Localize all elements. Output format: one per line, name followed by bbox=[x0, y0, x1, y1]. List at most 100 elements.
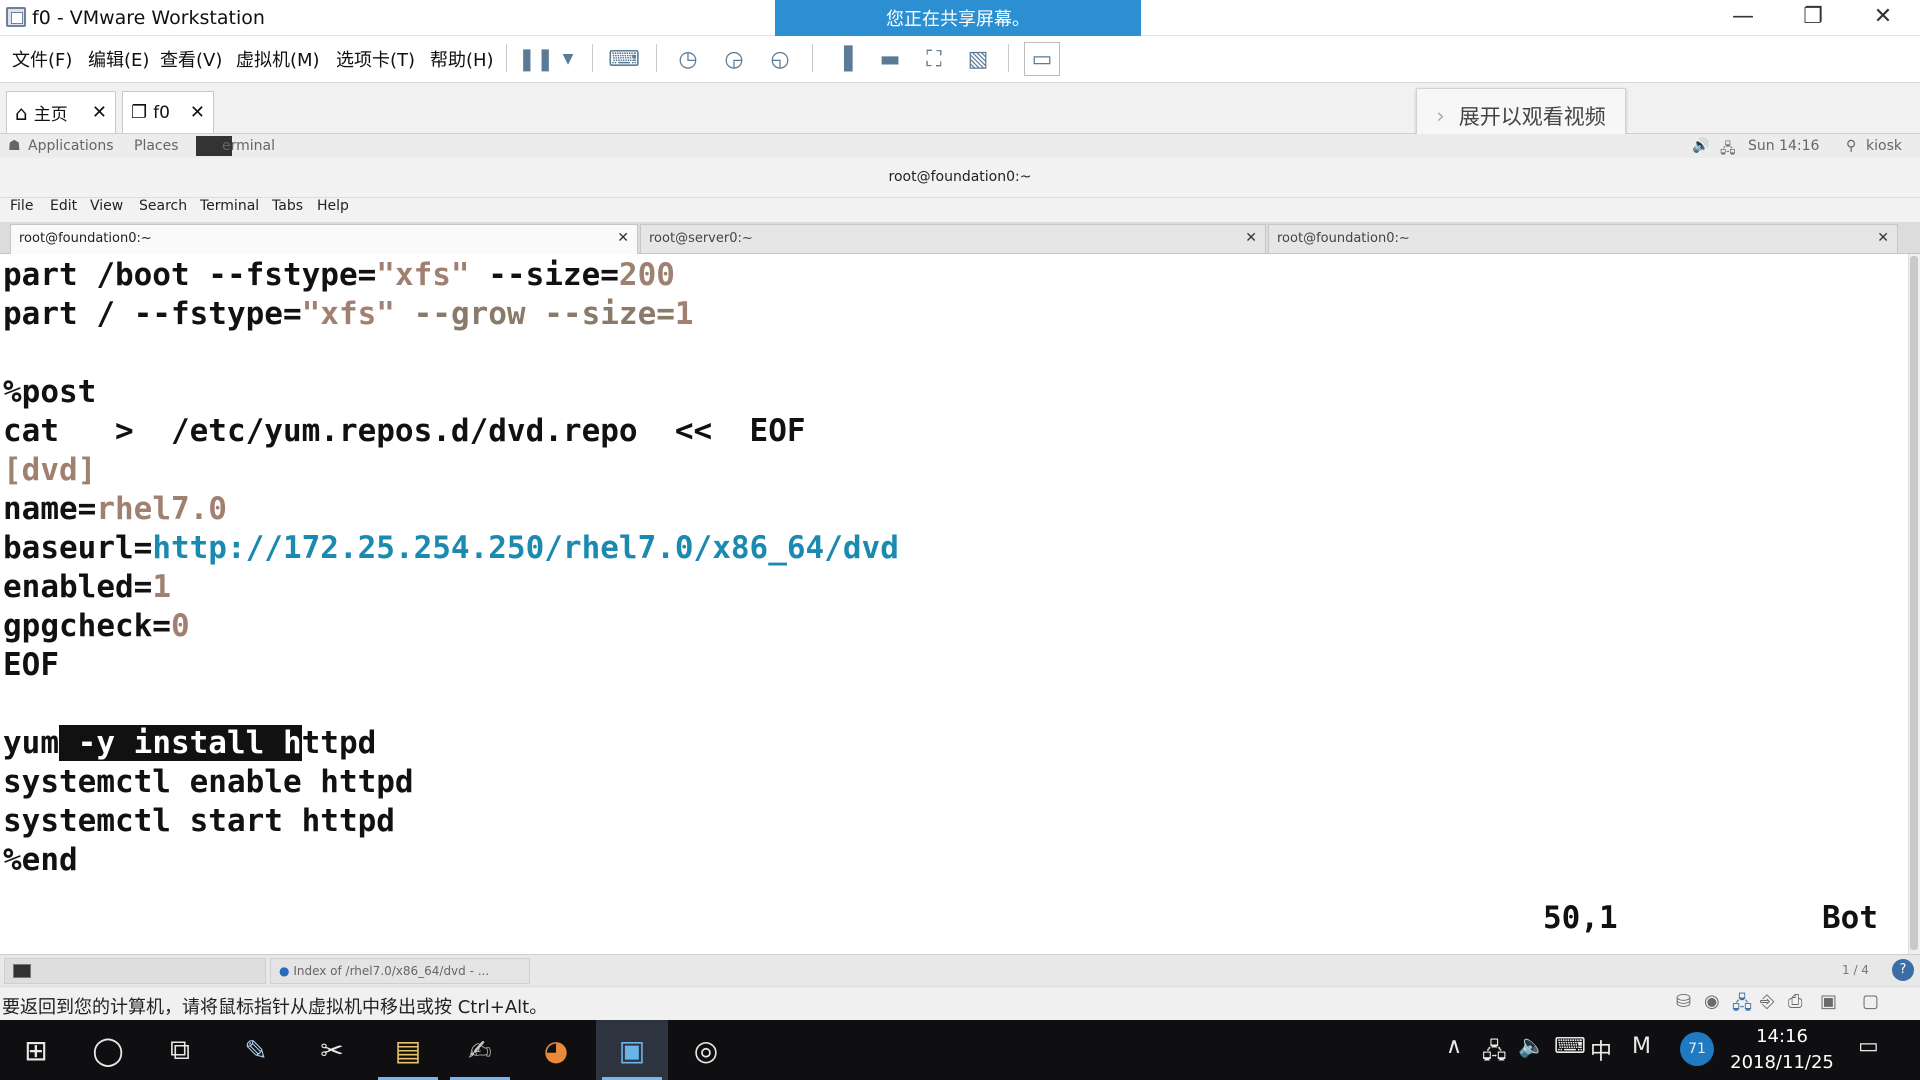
term-menu-terminal[interactable]: Terminal bbox=[200, 198, 259, 214]
maximize-button[interactable]: ❐ bbox=[1778, 0, 1848, 36]
gnome-window-list: ● Index of /rhel7.0/x86_64/dvd - ... 1 /… bbox=[0, 954, 1920, 986]
usb-icon[interactable]: ⎆ bbox=[1760, 991, 1774, 1012]
cd-icon[interactable]: ◉ bbox=[1704, 991, 1720, 1012]
browser-icon[interactable]: ◎ bbox=[670, 1020, 742, 1080]
terminal-menu-bar: File Edit View Search Terminal Tabs Help bbox=[0, 198, 1920, 222]
volume-icon[interactable]: 🔈 bbox=[1518, 1034, 1545, 1059]
console-icon[interactable]: ▭ bbox=[1024, 42, 1060, 76]
tab-home[interactable]: ⌂ 主页 ✕ bbox=[6, 91, 116, 133]
windows-clock[interactable]: 14:16 2018/11/25 bbox=[1712, 1024, 1852, 1076]
term-menu-search[interactable]: Search bbox=[139, 198, 187, 214]
vmware-icon bbox=[6, 7, 26, 27]
close-icon[interactable]: ✕ bbox=[1877, 230, 1889, 246]
help-icon[interactable]: ? bbox=[1892, 959, 1914, 981]
terminal-tab-2-label: root@server0:~ bbox=[649, 231, 753, 246]
term-menu-help[interactable]: Help bbox=[317, 198, 349, 214]
status-bar: 要返回到您的计算机，请将鼠标指针从虚拟机中移出或按 Ctrl+Alt。 ⛁ ◉ … bbox=[0, 986, 1920, 1020]
close-icon[interactable]: ✕ bbox=[1245, 230, 1257, 246]
code-line: part / --fstype="xfs" --grow --size=1 bbox=[3, 296, 694, 332]
gnome-clock[interactable]: Sun 14:16 bbox=[1748, 138, 1819, 154]
cursor-position: 50,1 bbox=[1543, 900, 1618, 936]
terminal-tab-1[interactable]: root@foundation0:~ ✕ bbox=[10, 224, 638, 255]
menu-view[interactable]: 查看(V) bbox=[160, 46, 222, 72]
close-icon[interactable]: ✕ bbox=[190, 102, 205, 123]
windows-start-icon[interactable]: ⊞ bbox=[0, 1020, 72, 1080]
vmware-taskbar-icon[interactable]: ▣ bbox=[596, 1020, 668, 1080]
snapshot-manager-icon[interactable]: ◵ bbox=[762, 42, 798, 76]
printer-icon[interactable]: ⎙ bbox=[1788, 991, 1802, 1012]
code-line: name=rhel7.0 bbox=[3, 491, 227, 527]
terminal-tab-1-label: root@foundation0:~ bbox=[19, 231, 152, 246]
volume-icon[interactable]: 🔊 bbox=[1692, 138, 1709, 154]
gnome-top-bar: ☗ Applications Places erminal 🔊 🖧 Sun 14… bbox=[0, 134, 1920, 158]
gnome-foot-icon: ☗ bbox=[8, 138, 21, 154]
taskbar-terminal[interactable] bbox=[4, 958, 266, 984]
terminal-tab-2[interactable]: root@server0:~ ✕ bbox=[640, 224, 1266, 254]
term-menu-view[interactable]: View bbox=[90, 198, 123, 214]
revert-snapshot-icon[interactable]: ◶ bbox=[716, 42, 752, 76]
keyboard-icon[interactable]: ⌨ bbox=[1554, 1034, 1586, 1059]
cortana-icon[interactable]: ◯ bbox=[72, 1020, 144, 1080]
windows-taskbar: ⊞ ◯ ⧉ ✎ ✂ ▤ ✍ ◕ ▣ ◎ ∧ 🖧 🔈 ⌨ 中 M 71 14:16… bbox=[0, 1020, 1920, 1080]
clock-date: 2018/11/25 bbox=[1730, 1052, 1834, 1073]
code-line: baseurl=http://172.25.254.250/rhel7.0/x8… bbox=[3, 530, 899, 566]
message-icon[interactable]: ▢ bbox=[1862, 991, 1879, 1012]
user-menu[interactable]: kiosk bbox=[1866, 138, 1902, 154]
sidebar-icon[interactable]: ▐ bbox=[826, 42, 862, 76]
taskbar-browser[interactable]: ● Index of /rhel7.0/x86_64/dvd - ... bbox=[270, 958, 530, 984]
close-icon[interactable]: ✕ bbox=[92, 102, 107, 123]
text-selection: -y install h bbox=[59, 725, 302, 761]
network-icon[interactable]: 🖧 bbox=[1482, 1034, 1507, 1072]
ime-mode-icon[interactable]: M bbox=[1632, 1034, 1651, 1059]
term-menu-tabs[interactable]: Tabs bbox=[272, 198, 303, 214]
terminal-title: root@foundation0:~ bbox=[0, 158, 1920, 198]
menu-tabs[interactable]: 选项卡(T) bbox=[336, 46, 415, 72]
term-menu-file[interactable]: File bbox=[10, 198, 33, 214]
snapshot-icon[interactable]: ◷ bbox=[670, 42, 706, 76]
task-view-icon[interactable]: ⧉ bbox=[144, 1020, 216, 1080]
terminal-content[interactable]: part /boot --fstype="xfs" --size=200 par… bbox=[0, 254, 1908, 954]
term-menu-edit[interactable]: Edit bbox=[50, 198, 77, 214]
applications-menu[interactable]: Applications bbox=[28, 138, 114, 154]
code-line: [dvd] bbox=[3, 452, 97, 488]
thumbnail-icon[interactable]: ▬ bbox=[872, 42, 908, 76]
code-line: part /boot --fstype="xfs" --size=200 bbox=[3, 257, 675, 293]
menu-vm[interactable]: 虚拟机(M) bbox=[236, 46, 320, 72]
fullscreen-icon[interactable]: ⛶ bbox=[916, 42, 952, 76]
paint-app-icon[interactable]: ✂ bbox=[296, 1020, 368, 1080]
chevron-right-icon: › bbox=[1436, 104, 1445, 128]
terminal-tab-3-label: root@foundation0:~ bbox=[1277, 231, 1410, 246]
tab-f0[interactable]: ❐ f0 ✕ bbox=[122, 91, 214, 133]
firefox-icon: ● bbox=[279, 964, 290, 978]
code-line: %post bbox=[3, 374, 97, 410]
dropdown-icon[interactable]: ▼ bbox=[550, 42, 586, 76]
notepad-icon[interactable]: ✍ bbox=[444, 1020, 516, 1080]
chat-app-icon[interactable]: ✎ bbox=[220, 1020, 292, 1080]
minimize-button[interactable]: — bbox=[1708, 0, 1778, 36]
code-line: cat > /etc/yum.repos.d/dvd.repo << EOF bbox=[3, 413, 806, 449]
notification-badge[interactable]: 71 bbox=[1680, 1032, 1714, 1066]
file-explorer-icon[interactable]: ▤ bbox=[372, 1020, 444, 1080]
menu-file[interactable]: 文件(F) bbox=[12, 46, 72, 72]
display-icon[interactable]: ▣ bbox=[1820, 991, 1837, 1012]
network-adapter-icon[interactable]: 🖧 bbox=[1732, 991, 1752, 1021]
unity-icon[interactable]: ▧ bbox=[960, 42, 996, 76]
terminal-app-label[interactable]: erminal bbox=[222, 138, 275, 154]
workspace-pager[interactable]: 1 / 4 bbox=[1842, 963, 1869, 977]
pause-icon[interactable]: ❚❚ bbox=[518, 42, 555, 76]
places-menu[interactable]: Places bbox=[134, 138, 179, 154]
close-icon[interactable]: ✕ bbox=[617, 230, 629, 246]
terminal-tab-3[interactable]: root@foundation0:~ ✕ bbox=[1268, 224, 1898, 254]
show-hidden-icons[interactable]: ∧ bbox=[1446, 1034, 1462, 1059]
ime-indicator[interactable]: 中 bbox=[1590, 1034, 1612, 1066]
action-center-icon[interactable]: ▭ bbox=[1858, 1034, 1879, 1059]
menu-edit[interactable]: 编辑(E) bbox=[88, 46, 149, 72]
tab-f0-label: f0 bbox=[153, 102, 170, 123]
firefox-icon[interactable]: ◕ bbox=[520, 1020, 592, 1080]
scrollbar-thumb[interactable] bbox=[1910, 256, 1918, 950]
hdd-icon[interactable]: ⛁ bbox=[1676, 991, 1691, 1012]
close-button[interactable]: ✕ bbox=[1848, 0, 1918, 36]
clock-time: 14:16 bbox=[1756, 1026, 1808, 1047]
menu-help[interactable]: 帮助(H) bbox=[430, 46, 494, 72]
send-keys-icon[interactable]: ⌨ bbox=[606, 42, 642, 76]
